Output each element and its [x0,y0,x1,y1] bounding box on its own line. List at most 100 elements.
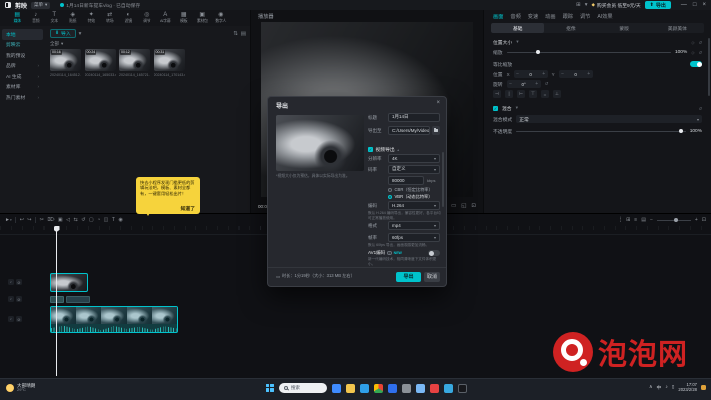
import-button[interactable]: ⬇导入 [50,29,76,38]
notification-badge[interactable] [701,385,706,390]
crop-tool[interactable]: ▢ [89,218,94,223]
delete-tool[interactable]: ⌦ [47,218,54,223]
grid-view-icon[interactable]: ▤ [241,31,246,37]
inspector-scrollbar[interactable] [708,38,710,96]
lock-track-icon[interactable]: ⊘ [16,296,22,302]
maximize-button[interactable]: □ [693,2,697,8]
quality-icon[interactable]: ▭ [451,203,456,209]
taskbar-search[interactable]: 搜索 [279,383,327,393]
video-export-checkbox[interactable]: ✓ [368,147,373,152]
weather-widget[interactable]: 大部晴朗29°C [6,383,35,393]
reset-icon[interactable]: ↺ [698,40,702,45]
cbr-radio[interactable]: CBR（恒定比特率） [388,187,433,193]
blend-mode-dropdown[interactable]: 正常▾ [516,115,702,123]
ribbon-tab-2[interactable]: T文本 [45,12,64,24]
rotate-tool[interactable]: ↺ [81,218,85,223]
rotate-reset-icon[interactable]: ↺ [545,81,549,87]
export-top-button[interactable]: ⬆导出 [645,1,671,9]
ribbon-tab-0[interactable]: ▤媒体 [8,12,27,24]
media-item-1[interactable]: 00:2420240114_165033.mp4 [85,49,116,77]
keyframe-icon[interactable]: ◇ [691,50,694,55]
layout-icon[interactable]: ⊞ [576,2,581,8]
dialog-close-icon[interactable]: × [436,100,440,106]
media-item-0[interactable]: 00:1620240114_164512.mp4 [50,49,81,77]
ribbon-tab-11[interactable]: ◉数字人 [212,12,231,24]
export-path-input[interactable]: C:/Users/My/Videos/... [388,126,430,135]
xiaohongshu-icon[interactable] [430,384,439,393]
inspector-subtab-2[interactable]: 蒙版 [598,23,651,33]
blend-checkbox[interactable]: ✓ [493,106,498,111]
matting-tool[interactable]: ◫ [104,218,109,223]
fullscreen-icon[interactable]: ⊡ [471,203,476,209]
redo-button[interactable]: ↪ [27,218,31,223]
lock-track-icon[interactable]: ⊘ [16,279,22,285]
main-video-clip[interactable] [50,306,178,333]
align-icon-5[interactable]: ⊥ [553,90,561,98]
undo-button[interactable]: ↩ [20,218,24,223]
export-name-input[interactable]: 1月14日 [388,113,440,122]
video-export-checkbox-row[interactable]: ✓ 视频导出 ▴ [368,146,399,153]
ribbon-tab-6[interactable]: ◐滤镜 [119,12,138,24]
codec-select[interactable]: H.264▾ [388,201,440,210]
start-button[interactable] [266,384,274,392]
inspector-tab-5[interactable]: 调节 [580,13,590,20]
reset-icon[interactable]: ↺ [698,50,702,55]
inspector-tab-4[interactable]: 跟踪 [563,13,573,20]
media-nav-item-2[interactable]: 我的预设 [2,50,43,61]
align-icon-1[interactable]: ∣ [505,90,513,98]
mirror-tool[interactable]: ⇆ [74,218,78,223]
opacity-slider[interactable] [516,131,686,132]
preview-axis-toggle[interactable]: ┊ [619,218,622,223]
edge-browser-icon[interactable] [360,384,369,393]
scale-slider[interactable] [507,52,671,53]
fps-select[interactable]: 60fps▾ [388,233,440,242]
split-tool[interactable]: ✂ [40,218,44,223]
align-icon-3[interactable]: ⊤ [529,90,537,98]
av1-toggle[interactable] [428,250,440,256]
close-button[interactable]: × [702,2,706,8]
media-item-2[interactable]: 00:1220240114_165721.mp4 [119,49,150,77]
bitrate-value-input[interactable]: 80000 [388,176,424,185]
ribbon-tab-7[interactable]: ◎调节 [138,12,157,24]
text-clip[interactable] [66,296,90,303]
record-tool[interactable]: ◉ [118,218,122,223]
inspector-tab-2[interactable]: 变速 [528,13,538,20]
browse-folder-button[interactable] [432,126,440,135]
ribbon-tab-4[interactable]: ✦特效 [82,12,101,24]
ribbon-tab-5[interactable]: ⇄转场 [101,12,120,24]
ribbon-tab-10[interactable]: ▣素材包 [193,12,212,24]
ratio-icon[interactable]: ◱ [461,203,466,209]
inspector-tab-6[interactable]: AI效果 [597,13,612,20]
media-nav-item-1[interactable]: 剪映云 [2,40,43,51]
playhead[interactable] [56,226,57,376]
uniform-scale-toggle[interactable] [690,61,702,67]
track-height-toggle[interactable]: ▤ [641,218,646,223]
inspector-tab-1[interactable]: 音频 [510,13,520,20]
qq-icon[interactable] [444,384,453,393]
task-view-icon[interactable] [332,384,341,393]
rotate-stepper[interactable]: −0°+ [507,80,541,88]
export-confirm-button[interactable]: 导出 [396,272,421,282]
select-tool[interactable]: ►▾ [5,218,12,223]
media-nav-item-3[interactable]: 品牌› [2,61,43,72]
taskbar-clock[interactable]: 17:07 2023/2/28 [678,382,697,393]
tooltip-dismiss-button[interactable]: 知道了 [181,205,195,212]
media-filter[interactable]: 全部 ▾ [46,39,250,48]
mute-track-icon[interactable]: ♪ [8,279,14,285]
position-x-stepper[interactable]: −0+ [514,70,548,78]
align-icon-0[interactable]: ⊣ [493,90,501,98]
ribbon-tab-8[interactable]: AAI字幕 [156,12,175,24]
media-item-3[interactable]: 00:3120240114_170143.mp4 [154,49,185,77]
freeze-frame-tool[interactable]: ▣ [58,218,63,223]
minimize-button[interactable]: — [681,2,687,8]
file-explorer-icon[interactable] [346,384,355,393]
reset-icon[interactable]: ↺ [698,106,702,111]
speed-tool[interactable]: ◔ [97,218,100,223]
export-cancel-button[interactable]: 取消 [424,272,440,282]
inspector-tab-3[interactable]: 动画 [545,13,555,20]
keyframe-icon[interactable]: ◇ [691,40,694,45]
resolution-select[interactable]: 4K▾ [388,154,440,163]
text-tool[interactable]: T [112,218,115,223]
zoom-out-button[interactable]: − [650,218,653,223]
media-nav-item-0[interactable]: 本地 [2,29,43,40]
